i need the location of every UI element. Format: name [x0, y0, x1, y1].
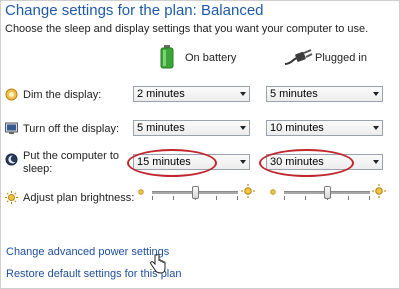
slider-thumb[interactable]	[192, 186, 199, 199]
chevron-down-icon	[373, 92, 379, 96]
slider-tick	[305, 196, 306, 200]
dim-display-icon	[5, 88, 18, 101]
brightness-sun-icon	[5, 191, 18, 204]
brightness-low-icon	[270, 189, 276, 195]
slider-tick	[369, 196, 370, 200]
battery-icon	[160, 45, 174, 69]
brightness-high-icon	[372, 184, 386, 198]
turn-off-display-label: Turn off the display:	[23, 123, 119, 135]
slider-tick	[284, 196, 285, 200]
turn-off-display-plugged-value: 10 minutes	[270, 122, 324, 134]
brightness-high-icon	[241, 184, 255, 198]
slider-tick	[348, 196, 349, 200]
slider-tick	[216, 196, 217, 200]
chevron-down-icon	[240, 126, 246, 130]
page-title: Change settings for the plan: Balanced	[5, 2, 264, 19]
dim-display-battery-value: 2 minutes	[137, 88, 185, 100]
hand-cursor-icon	[150, 254, 166, 274]
page-subtitle: Choose the sleep and display settings th…	[5, 23, 369, 35]
highlight-oval-battery	[127, 149, 217, 177]
sleep-moon-icon	[5, 153, 18, 166]
turn-off-display-plugged-select[interactable]: 10 minutes	[266, 120, 383, 136]
chevron-down-icon	[373, 126, 379, 130]
column-header-on-battery: On battery	[185, 52, 237, 64]
sleep-label-line2: sleep:	[23, 163, 53, 175]
chevron-down-icon	[373, 160, 379, 164]
display-off-icon	[5, 122, 18, 134]
brightness-plugged-slider[interactable]	[284, 185, 370, 203]
dim-display-plugged-select[interactable]: 5 minutes	[266, 86, 383, 102]
turn-off-display-battery-value: 5 minutes	[137, 122, 185, 134]
dim-display-battery-select[interactable]: 2 minutes	[133, 86, 250, 102]
brightness-low-icon	[138, 189, 144, 195]
brightness-battery-slider[interactable]	[152, 185, 238, 203]
column-header-plugged-in: Plugged in	[315, 52, 367, 64]
dim-display-label: Dim the display:	[23, 89, 102, 101]
slider-tick	[237, 196, 238, 200]
brightness-label: Adjust plan brightness:	[23, 192, 135, 204]
sleep-label-line1: Put the computer to	[23, 150, 119, 162]
power-plug-icon	[284, 49, 313, 65]
slider-tick	[173, 196, 174, 200]
highlight-oval-plugged	[259, 149, 354, 177]
dim-display-plugged-value: 5 minutes	[270, 88, 318, 100]
slider-thumb[interactable]	[324, 186, 331, 199]
turn-off-display-battery-select[interactable]: 5 minutes	[133, 120, 250, 136]
advanced-power-settings-link[interactable]: Change advanced power settings	[6, 246, 169, 258]
slider-tick	[152, 196, 153, 200]
chevron-down-icon	[240, 160, 246, 164]
chevron-down-icon	[240, 92, 246, 96]
sleep-label: Put the computer to sleep:	[23, 150, 119, 176]
